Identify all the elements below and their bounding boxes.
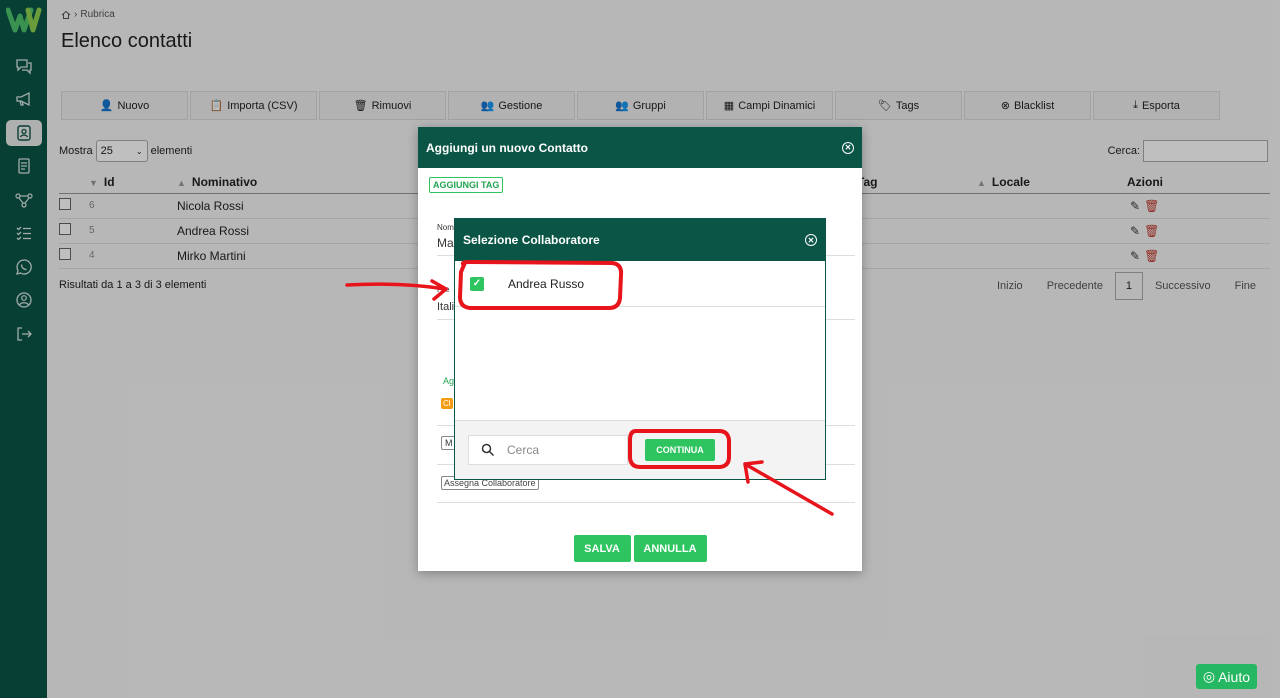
collab-modal-header: Selezione Collaboratore ✕ (455, 219, 825, 261)
modal-header: Aggiungi un nuovo Contatto ✕ (418, 127, 862, 168)
add-link[interactable]: Ag (443, 376, 454, 386)
name-field-label: Nom (437, 223, 454, 232)
divider (437, 502, 855, 503)
help-button[interactable]: ◎ Aiuto (1195, 664, 1257, 689)
prefix-field-label: Pre (437, 285, 450, 294)
collab-modal-title: Selezione Collaboratore (463, 233, 600, 247)
modal-title: Aggiungi un nuovo Contatto (426, 140, 588, 155)
tag-chip: Cl (441, 398, 453, 409)
country-field-value[interactable]: Itali (437, 301, 454, 313)
whatsapp-icon: ◎ (1202, 668, 1216, 684)
collaborator-search-input[interactable]: Cerca (468, 435, 628, 465)
close-icon[interactable]: ✕ (842, 141, 854, 154)
help-label: Aiuto (1218, 668, 1250, 685)
continue-button[interactable]: CONTINUA (645, 439, 715, 461)
collaborator-item[interactable]: ✓ Andrea Russo (455, 261, 825, 307)
modal-footer: SALVA ANNULLA (418, 526, 862, 571)
collaborator-name: Andrea Russo (508, 276, 585, 291)
add-tag-button[interactable]: AGGIUNGI TAG (429, 177, 504, 193)
collaborator-select-modal: Selezione Collaboratore ✕ ✓ Andrea Russo… (454, 218, 826, 480)
close-icon[interactable]: ✕ (805, 234, 817, 246)
save-button[interactable]: SALVA (573, 535, 631, 562)
search-icon (481, 443, 495, 457)
checked-checkbox[interactable]: ✓ (470, 276, 484, 291)
cancel-button[interactable]: ANNULLA (633, 535, 707, 562)
search-placeholder: Cerca (507, 443, 540, 457)
collab-modal-footer: Cerca CONTINUA (455, 420, 825, 479)
name-field-value[interactable]: Ma (437, 236, 454, 250)
